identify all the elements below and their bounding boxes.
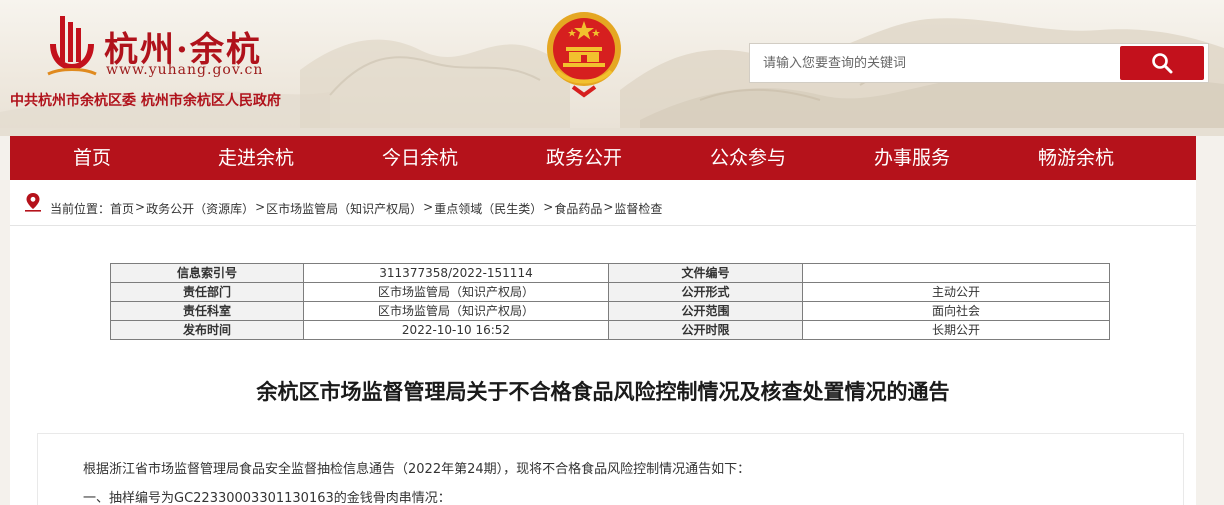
nav-item-about-yuhang[interactable]: 走进余杭 <box>174 136 338 180</box>
meta-key: 责任科室 <box>110 301 304 321</box>
meta-value: 区市场监管局（知识产权局） <box>303 282 609 302</box>
search-input[interactable] <box>750 44 1124 82</box>
breadcrumb-item-market-supervision[interactable]: 区市场监管局（知识产权局） <box>266 200 422 217</box>
breadcrumb-item-home[interactable]: 首页 <box>110 200 134 217</box>
table-row: 责任部门 区市场监管局（知识产权局） 公开形式 主动公开 <box>110 282 1110 302</box>
article-paragraph: 根据浙江省市场监督管理局食品安全监督抽检信息通告（2022年第24期），现将不合… <box>83 462 751 477</box>
meta-value: 2022-10-10 16:52 <box>303 320 609 340</box>
search-box <box>749 43 1209 83</box>
location-pin-icon <box>25 193 41 212</box>
nav-item-tourism[interactable]: 畅游余杭 <box>994 136 1158 180</box>
meta-key: 公开范围 <box>608 301 803 321</box>
yuhang-logo-icon <box>47 16 97 76</box>
search-button[interactable] <box>1120 46 1204 80</box>
breadcrumb-item-inspection[interactable]: 监督检查 <box>614 200 662 217</box>
search-icon <box>1152 53 1173 74</box>
breadcrumb-separator: > <box>423 200 434 214</box>
meta-value: 311377358/2022-151114 <box>303 263 609 283</box>
breadcrumb-separator: > <box>255 200 266 214</box>
table-row: 发布时间 2022-10-10 16:52 公开时限 长期公开 <box>110 320 1110 340</box>
meta-key: 文件编号 <box>608 263 803 283</box>
national-emblem-icon <box>547 12 621 98</box>
breadcrumb-separator: > <box>603 200 614 214</box>
article-paragraph: 一、抽样编号为GC22330003301130163的金钱骨肉串情况： <box>83 491 451 505</box>
nav-item-government-affairs[interactable]: 政务公开 <box>502 136 666 180</box>
meta-key: 发布时间 <box>110 320 304 340</box>
nav-item-public-participation[interactable]: 公众参与 <box>666 136 830 180</box>
table-row: 责任科室 区市场监管局（知识产权局） 公开范围 面向社会 <box>110 301 1110 321</box>
meta-value: 主动公开 <box>802 282 1110 302</box>
meta-key: 公开形式 <box>608 282 803 302</box>
meta-key: 信息索引号 <box>110 263 304 283</box>
breadcrumb-trail: 首页 > 政务公开（资源库） > 区市场监管局（知识产权局） > 重点领域（民生… <box>110 200 662 217</box>
meta-value: 长期公开 <box>802 320 1110 340</box>
info-metadata-table: 信息索引号 311377358/2022-151114 文件编号 责任部门 区市… <box>110 263 1110 340</box>
nav-item-today-yuhang[interactable]: 今日余杭 <box>338 136 502 180</box>
breadcrumb-separator: > <box>135 200 146 214</box>
main-nav: 首页 走进余杭 今日余杭 政务公开 公众参与 办事服务 畅游余杭 <box>10 136 1196 180</box>
breadcrumb-label: 当前位置： <box>50 202 111 216</box>
breadcrumb-item-key-areas[interactable]: 重点领域（民生类） <box>434 200 542 217</box>
breadcrumb-separator: > <box>543 200 554 214</box>
meta-key: 公开时限 <box>608 320 803 340</box>
site-owner-text: 中共杭州市余杭区委 杭州市余杭区人民政府 <box>10 93 281 109</box>
article-body: 根据浙江省市场监督管理局食品安全监督抽检信息通告（2022年第24期），现将不合… <box>37 433 1184 505</box>
breadcrumb: 当前位置： 首页 > 政务公开（资源库） > 区市场监管局（知识产权局） > 重… <box>10 180 1196 226</box>
logo-url: www.yuhang.gov.cn <box>106 62 264 78</box>
nav-item-home[interactable]: 首页 <box>10 136 174 180</box>
site-header: 杭州·余杭 www.yuhang.gov.cn 中共杭州市余杭区委 杭州市余杭区… <box>0 0 1224 136</box>
article-content: 信息索引号 311377358/2022-151114 文件编号 责任部门 区市… <box>10 226 1196 505</box>
breadcrumb-item-government-affairs[interactable]: 政务公开（资源库） <box>146 200 254 217</box>
article-title: 余杭区市场监督管理局关于不合格食品风险控制情况及核查处置情况的通告 <box>256 380 950 404</box>
meta-value: 区市场监管局（知识产权局） <box>303 301 609 321</box>
table-row: 信息索引号 311377358/2022-151114 文件编号 <box>110 263 1110 283</box>
meta-value <box>802 263 1110 283</box>
breadcrumb-item-food-drugs[interactable]: 食品药品 <box>554 200 602 217</box>
nav-item-services[interactable]: 办事服务 <box>830 136 994 180</box>
meta-key: 责任部门 <box>110 282 304 302</box>
meta-value: 面向社会 <box>802 301 1110 321</box>
